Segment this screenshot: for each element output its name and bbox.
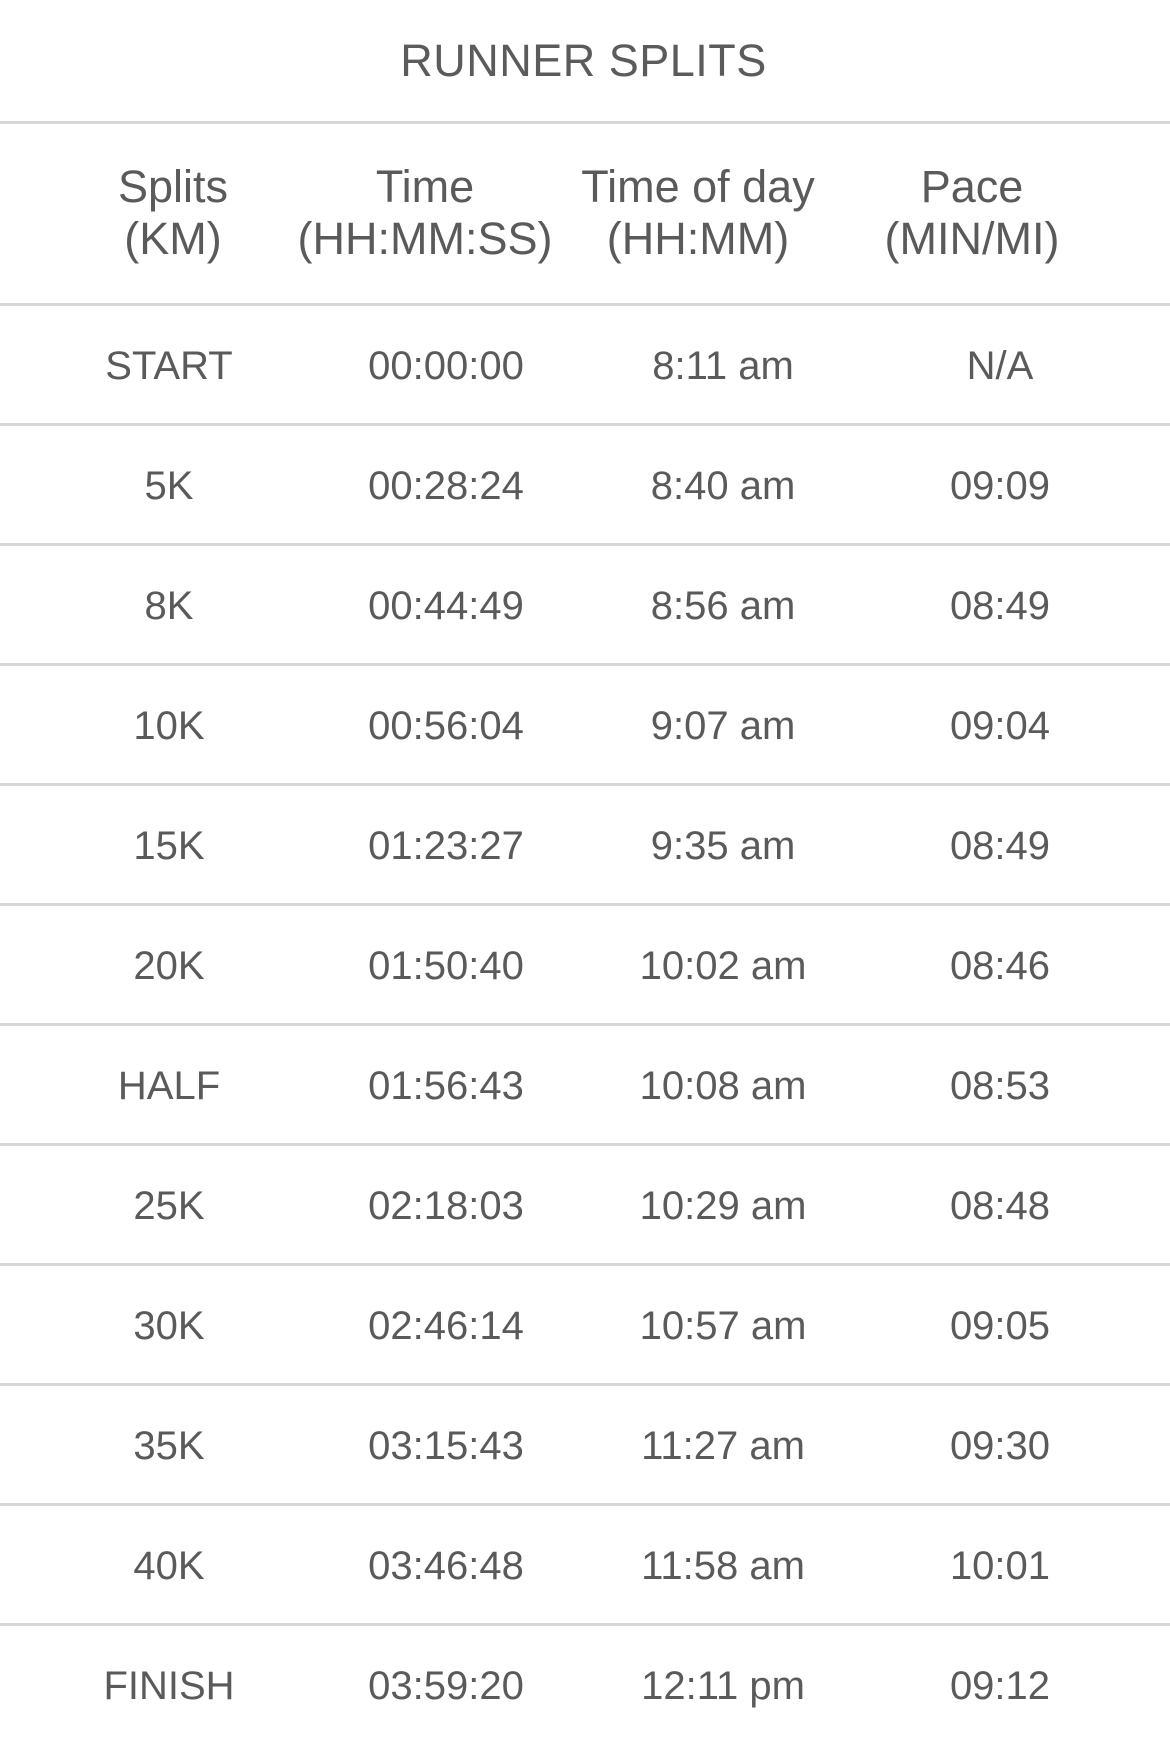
column-header-splits-label: Splits xyxy=(117,161,229,212)
time-cell: 03:59:20 xyxy=(368,1663,524,1708)
column-header-time-of-day-label: Time of day xyxy=(581,161,815,212)
time-of-day-cell: 10:29 am xyxy=(639,1183,807,1228)
table-row: START 00:00:00 8:11 am N/A xyxy=(0,306,1170,426)
split-cell: 5K xyxy=(144,463,194,508)
table-row: 20K 01:50:40 10:02 am 08:46 xyxy=(0,906,1170,1026)
column-header-time-label: Time xyxy=(375,161,475,212)
column-header-pace-label: Pace xyxy=(920,161,1024,212)
column-header-time-of-day: Time of day (HH:MM) xyxy=(558,161,838,265)
time-of-day-cell: 8:11 am xyxy=(652,343,794,388)
split-cell: FINISH xyxy=(103,1663,235,1708)
column-header-splits: Splits (KM) xyxy=(33,161,313,265)
time-cell: 00:00:00 xyxy=(368,343,524,388)
time-cell: 03:15:43 xyxy=(368,1423,524,1468)
split-cell: 30K xyxy=(133,1303,205,1348)
split-cell: 8K xyxy=(144,583,194,628)
split-cell: 25K xyxy=(133,1183,205,1228)
split-cell: 10K xyxy=(133,703,205,748)
column-header-time-unit: (HH:MM:SS) xyxy=(297,213,553,264)
time-of-day-cell: 12:11 pm xyxy=(641,1663,805,1708)
time-cell: 03:46:48 xyxy=(368,1543,524,1588)
column-header-pace: Pace (MIN/MI) xyxy=(832,161,1112,265)
table-row: 30K 02:46:14 10:57 am 09:05 xyxy=(0,1266,1170,1386)
page-title: RUNNER SPLITS xyxy=(0,0,1170,124)
column-header-time: Time (HH:MM:SS) xyxy=(285,161,565,265)
time-of-day-cell: 9:35 am xyxy=(650,823,796,868)
pace-cell: 08:49 xyxy=(949,583,1051,628)
table-row: HALF 01:56:43 10:08 am 08:53 xyxy=(0,1026,1170,1146)
pace-cell: 09:12 xyxy=(949,1663,1051,1708)
time-of-day-cell: 8:40 am xyxy=(650,463,796,508)
column-header-time-of-day-unit: (HH:MM) xyxy=(606,213,790,264)
pace-cell: 10:01 xyxy=(949,1543,1051,1588)
pace-cell: N/A xyxy=(966,343,1034,388)
time-of-day-cell: 11:27 am xyxy=(641,1423,805,1468)
time-cell: 01:50:40 xyxy=(368,943,524,988)
time-cell: 00:44:49 xyxy=(368,583,524,628)
split-cell: 40K xyxy=(133,1543,205,1588)
time-cell: 00:56:04 xyxy=(368,703,524,748)
table-row: 10K 00:56:04 9:07 am 09:04 xyxy=(0,666,1170,786)
time-of-day-cell: 8:56 am xyxy=(650,583,796,628)
pace-cell: 09:05 xyxy=(949,1303,1051,1348)
split-cell: 35K xyxy=(133,1423,205,1468)
pace-cell: 09:30 xyxy=(949,1423,1051,1468)
time-of-day-cell: 9:07 am xyxy=(650,703,796,748)
time-of-day-cell: 10:02 am xyxy=(639,943,807,988)
time-cell: 02:46:14 xyxy=(368,1303,524,1348)
table-row: 25K 02:18:03 10:29 am 08:48 xyxy=(0,1146,1170,1266)
time-of-day-cell: 10:57 am xyxy=(639,1303,807,1348)
time-of-day-cell: 11:58 am xyxy=(641,1543,805,1588)
pace-cell: 09:04 xyxy=(949,703,1051,748)
table-row: 35K 03:15:43 11:27 am 09:30 xyxy=(0,1386,1170,1506)
time-cell: 01:56:43 xyxy=(368,1063,524,1108)
time-cell: 00:28:24 xyxy=(368,463,524,508)
pace-cell: 08:49 xyxy=(949,823,1051,868)
table-row: 15K 01:23:27 9:35 am 08:49 xyxy=(0,786,1170,906)
time-of-day-cell: 10:08 am xyxy=(639,1063,807,1108)
split-cell: 20K xyxy=(133,943,205,988)
split-cell: 15K xyxy=(133,823,205,868)
column-header-pace-unit: (MIN/MI) xyxy=(884,213,1060,264)
split-cell: HALF xyxy=(117,1063,221,1108)
pace-cell: 09:09 xyxy=(949,463,1051,508)
pace-cell: 08:46 xyxy=(949,943,1051,988)
table-row: 5K 00:28:24 8:40 am 09:09 xyxy=(0,426,1170,546)
table-row: 8K 00:44:49 8:56 am 08:49 xyxy=(0,546,1170,666)
table-row: 40K 03:46:48 11:58 am 10:01 xyxy=(0,1506,1170,1626)
time-cell: 02:18:03 xyxy=(368,1183,524,1228)
column-header-splits-unit: (KM) xyxy=(124,213,222,264)
split-cell: START xyxy=(105,343,233,388)
pace-cell: 08:53 xyxy=(949,1063,1051,1108)
table-row: FINISH 03:59:20 12:11 pm 09:12 xyxy=(0,1626,1170,1746)
pace-cell: 08:48 xyxy=(949,1183,1051,1228)
time-cell: 01:23:27 xyxy=(368,823,524,868)
table-header: Splits (KM) Time (HH:MM:SS) Time of day … xyxy=(0,124,1170,306)
